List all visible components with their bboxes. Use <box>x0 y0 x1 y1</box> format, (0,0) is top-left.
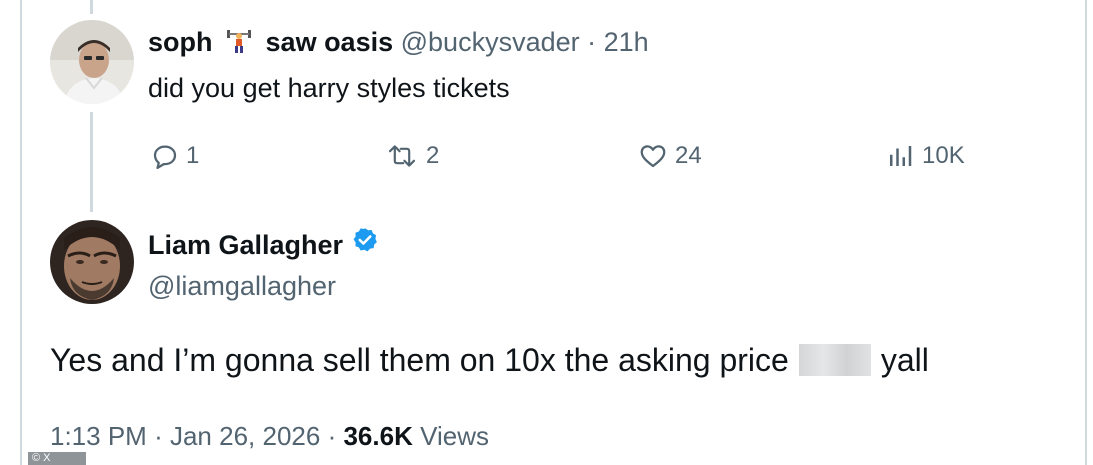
reply-display-name[interactable]: soph <box>148 27 213 57</box>
main-author-avatar[interactable] <box>50 220 134 304</box>
tweet-thread: soph saw oasis @buckysvader · 21h did yo… <box>0 0 1093 465</box>
main-handle[interactable]: @liamgallagher <box>148 268 336 304</box>
reply-separator: · <box>587 27 597 57</box>
like-count: 24 <box>675 142 702 169</box>
watermark-badge: © X <box>28 452 86 465</box>
main-views-label: Views <box>420 421 489 451</box>
tweet-meta-line: 1:13 PM · Jan 26, 2026 · 36.6K Views <box>50 418 489 454</box>
views-count: 10K <box>922 142 965 169</box>
main-author-name-row: Liam Gallagher <box>148 226 379 263</box>
speech-bubble-icon <box>153 145 177 169</box>
heart-icon <box>640 145 666 168</box>
meta-separator-1: · <box>154 421 163 451</box>
reply-action-button[interactable]: 1 <box>150 138 199 174</box>
right-border <box>1085 0 1087 465</box>
retweet-icon <box>388 145 416 167</box>
main-tweet-text: Yes and I’m gonna sell them on 10x the a… <box>50 338 929 382</box>
reply-text: did you get harry styles tickets <box>148 73 510 103</box>
views-action-button[interactable]: 10K <box>884 138 965 174</box>
reply-handle[interactable]: @buckysvader <box>401 27 580 57</box>
meta-separator-2: · <box>327 421 337 451</box>
tweet-date[interactable]: Jan 26, 2026 <box>170 421 320 451</box>
thread-line-connector <box>90 112 93 212</box>
like-action-button[interactable]: 24 <box>637 138 702 174</box>
reply-header: soph saw oasis @buckysvader · 21h <box>148 24 649 60</box>
redacted-emoji-placeholder <box>798 344 871 376</box>
retweet-action-button[interactable]: 2 <box>384 138 439 174</box>
reply-time-ago[interactable]: 21h <box>604 27 649 57</box>
retweet-count: 2 <box>426 142 440 169</box>
reply-count: 1 <box>186 142 200 169</box>
main-display-name[interactable]: Liam Gallagher <box>148 227 343 263</box>
bar-chart-icon <box>890 146 912 166</box>
weightlifter-emoji-icon <box>224 26 254 56</box>
verified-badge-icon[interactable] <box>351 226 379 263</box>
reply-author-avatar[interactable] <box>50 20 134 104</box>
main-text-before: Yes and I’m gonna sell them on 10x the a… <box>50 342 789 378</box>
main-views-count: 36.6K <box>343 421 413 451</box>
reply-name-suffix[interactable]: saw oasis <box>266 27 394 57</box>
main-text-after: yall <box>880 342 929 378</box>
left-border <box>20 0 22 465</box>
tweet-time[interactable]: 1:13 PM <box>50 421 147 451</box>
thread-line-top <box>90 0 93 14</box>
